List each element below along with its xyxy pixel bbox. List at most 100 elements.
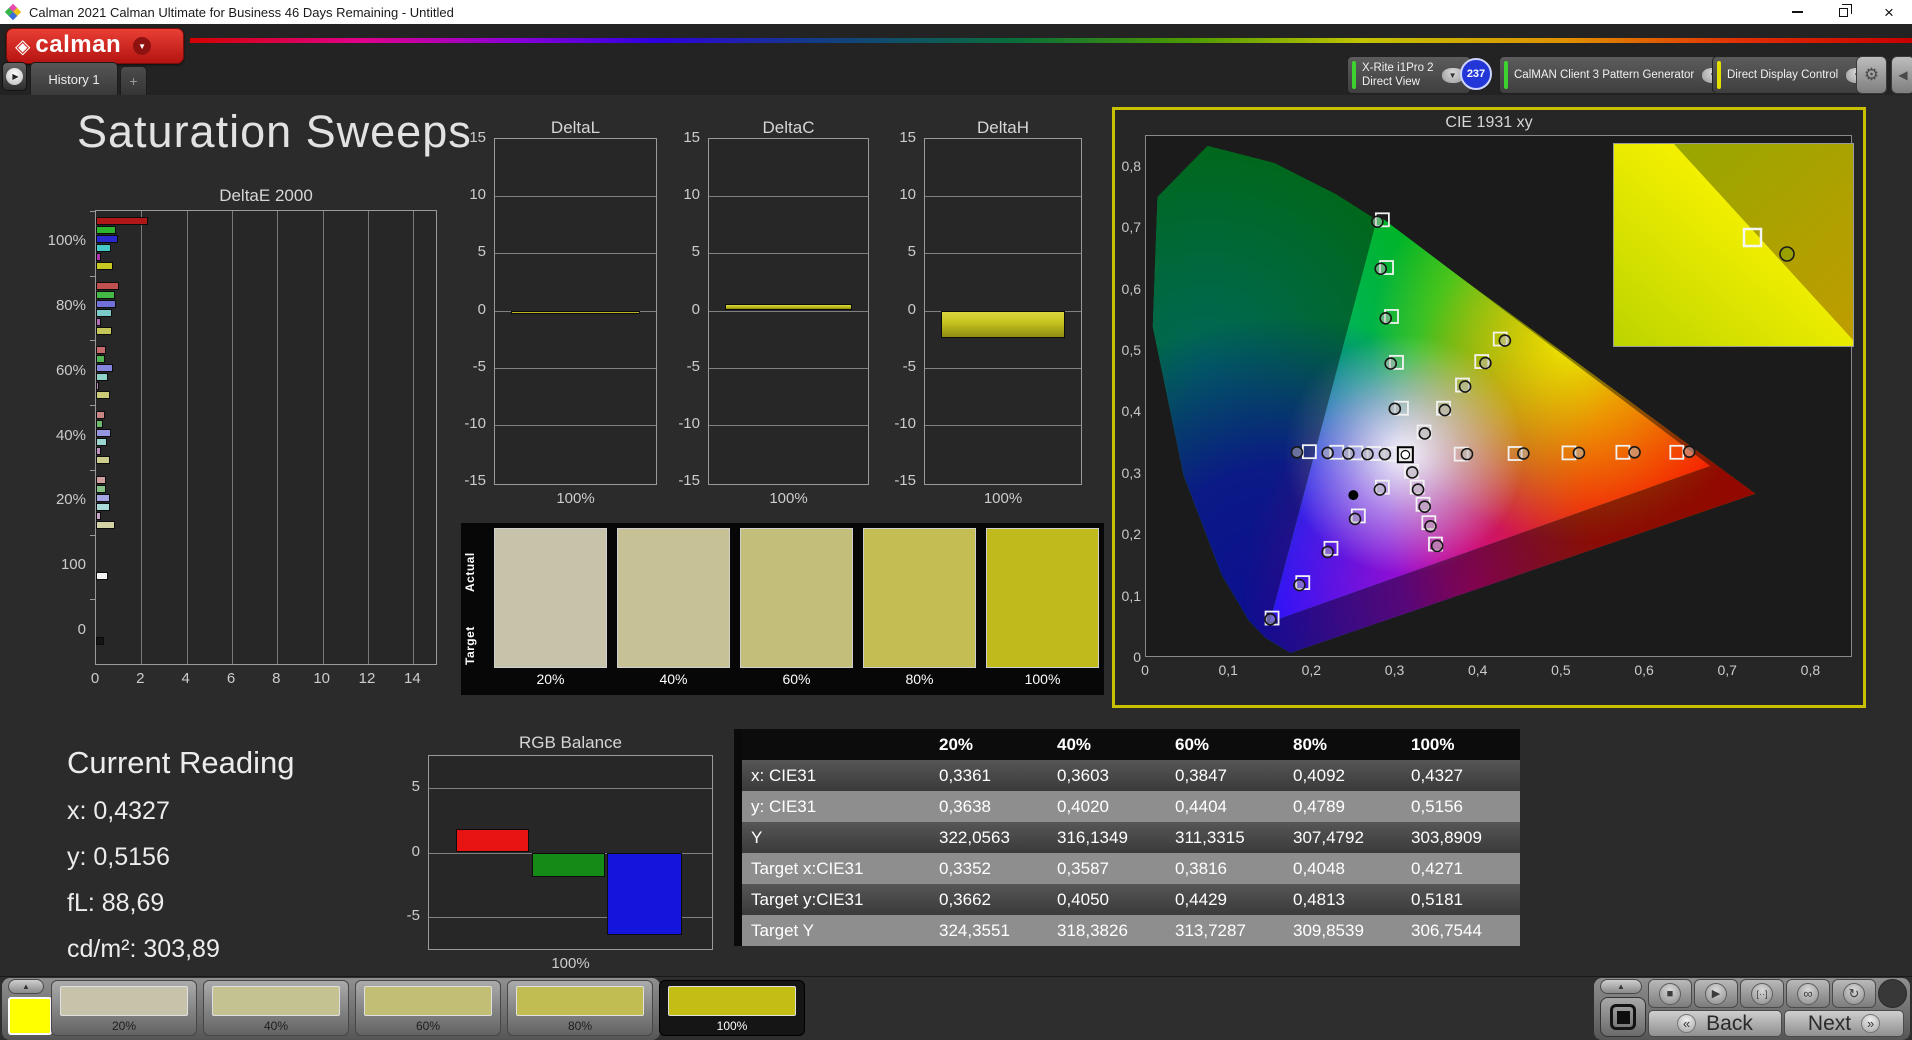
cie-measured-cyan [1291, 447, 1302, 458]
table-cell: 309,8539 [1284, 915, 1402, 946]
target-row-label: Target [463, 611, 489, 681]
rgb-bar-green [532, 853, 604, 877]
restore-button[interactable] [1820, 0, 1866, 24]
tab-scroll-button[interactable]: ▶ [2, 62, 27, 91]
add-tab-button[interactable]: + [120, 66, 147, 95]
deltae-bar [96, 253, 101, 261]
deltae-chart [95, 210, 437, 665]
deltae-y-tick-label: 100 [16, 556, 86, 573]
table-cell: 324,3551 [930, 915, 1048, 946]
cie-zoom-inset-image [1614, 144, 1853, 346]
cie-measured-red [1629, 447, 1640, 458]
measure-loop-button[interactable]: ↻ [1832, 979, 1876, 1008]
deltac-y-tick-label: 10 [660, 186, 700, 203]
deltac-gridline [709, 311, 868, 312]
table-cell: 316,1349 [1048, 822, 1166, 853]
deltal-y-tick-label: 15 [446, 129, 486, 146]
pattern-button-40%[interactable]: 40% [203, 980, 349, 1036]
page-title: Saturation Sweeps [77, 106, 472, 158]
current-reading-fl: fL: 88,69 [67, 889, 164, 918]
cie-measured-red [1573, 447, 1584, 458]
deltal-y-tick-label: -15 [446, 472, 486, 489]
deltah-bar [941, 311, 1066, 338]
deltae-x-tick-label: 12 [347, 670, 387, 687]
table-row-label: Target Y [742, 915, 930, 946]
rgb-y-tick-label: 5 [386, 778, 420, 795]
table-row-label: Target y:CIE31 [742, 884, 930, 915]
play-measure-button[interactable]: ▶ [1694, 979, 1738, 1008]
deltah-x-label: 100% [924, 490, 1082, 507]
collapse-panel-button[interactable]: ◀ [1891, 56, 1912, 94]
calman-menu-caret-icon: ▼ [133, 37, 151, 55]
table-cell: 307,4792 [1284, 822, 1402, 853]
cie-measured-red [1461, 449, 1472, 460]
table-header-cell: 40% [1048, 729, 1166, 760]
calman-menu-button[interactable]: ◈ calman ▼ [6, 28, 184, 64]
deltah-y-tick-label: -5 [876, 358, 916, 375]
deltae-axis-tick [90, 535, 96, 536]
transport-expand-button[interactable]: ▲ [1600, 979, 1642, 994]
window-controls: × [1774, 0, 1912, 24]
calman-logo-text: calman [35, 33, 121, 57]
table-cell: 322,0563 [930, 822, 1048, 853]
table-cell: 0,4050 [1048, 884, 1166, 915]
cie-y-tick-label: 0,8 [1113, 158, 1141, 174]
deltac-gridline [709, 425, 868, 426]
back-button[interactable]: « Back [1648, 1010, 1782, 1037]
pattern-button-80%[interactable]: 80% [507, 980, 653, 1036]
next-button[interactable]: Next » [1784, 1010, 1904, 1037]
pattern-panel-expand-button[interactable]: ▲ [8, 979, 44, 994]
deltah-y-tick-label: -15 [876, 472, 916, 489]
read-stop-icon [1610, 1004, 1636, 1030]
display-control-dropdown[interactable]: Direct Display Control ▼ [1712, 56, 1875, 94]
rgb-bar-red [456, 829, 530, 852]
deltae-bar [96, 382, 99, 390]
deltal-gridline [495, 253, 656, 254]
deltae-axis-tick [90, 470, 96, 471]
table-cell: 0,3638 [930, 791, 1048, 822]
settings-button[interactable]: ⚙ [1856, 56, 1887, 94]
table-cell: 0,3662 [930, 884, 1048, 915]
deltae-x-tick-label: 14 [392, 670, 432, 687]
table-cell: 313,7287 [1166, 915, 1284, 946]
pattern-button-60%[interactable]: 60% [355, 980, 501, 1036]
deltae-axis-tick [90, 405, 96, 406]
deltae-y-tick-label: 20% [16, 491, 86, 508]
cie-measured-magenta [1413, 484, 1424, 495]
deltac-y-tick-label: -15 [660, 472, 700, 489]
up-arrow-icon: ▲ [1617, 982, 1625, 991]
deltal-y-tick-label: -5 [446, 358, 486, 375]
pattern-button-swatch [60, 986, 188, 1016]
pattern-button-100%[interactable]: 100% [659, 980, 805, 1036]
tab-history-1[interactable]: History 1 [30, 62, 118, 95]
swatch-compare-panel: Actual Target 20%40%60%80%100% [461, 523, 1104, 695]
rgb-y-tick-label: 0 [386, 843, 420, 860]
tab-scroll-arrow-icon: ▶ [6, 68, 23, 85]
cie-x-tick-label: 0,7 [1707, 662, 1747, 678]
meter-dropdown[interactable]: X-Rite i1Pro 2 Direct View ▼ [1347, 56, 1471, 94]
cie-measured-cyan [1322, 447, 1333, 458]
close-button[interactable]: × [1866, 0, 1912, 24]
cie-measured-green [1372, 216, 1383, 227]
back-label: Back [1706, 1012, 1753, 1036]
minimize-button[interactable] [1774, 0, 1820, 24]
cie-measured-blue [1265, 614, 1276, 625]
table-cell: 0,3816 [1166, 853, 1284, 884]
deltah-gridline [925, 253, 1081, 254]
deltae-gridline [368, 211, 369, 664]
cie-y-tick-label: 0,4 [1113, 403, 1141, 419]
cie-black-point [1348, 490, 1358, 500]
deltae-bar [96, 429, 111, 437]
measure-series-button[interactable]: [··] [1740, 979, 1784, 1008]
read-stop-button[interactable] [1600, 997, 1646, 1037]
cie-measured-blue [1322, 547, 1333, 558]
table-cell: 0,4429 [1166, 884, 1284, 915]
swatch-patch-label: 60% [740, 671, 853, 691]
pattern-generator-dropdown[interactable]: CalMAN Client 3 Pattern Generator ▼ [1499, 56, 1731, 94]
pattern-button-20%[interactable]: 20% [51, 980, 197, 1036]
deltah-gridline [925, 425, 1081, 426]
gear-icon: ⚙ [1864, 65, 1879, 85]
deltae-x-tick-label: 8 [256, 670, 296, 687]
measure-continuous-button[interactable]: ∞ [1786, 979, 1830, 1008]
stop-measure-button[interactable]: ■ [1648, 979, 1692, 1008]
